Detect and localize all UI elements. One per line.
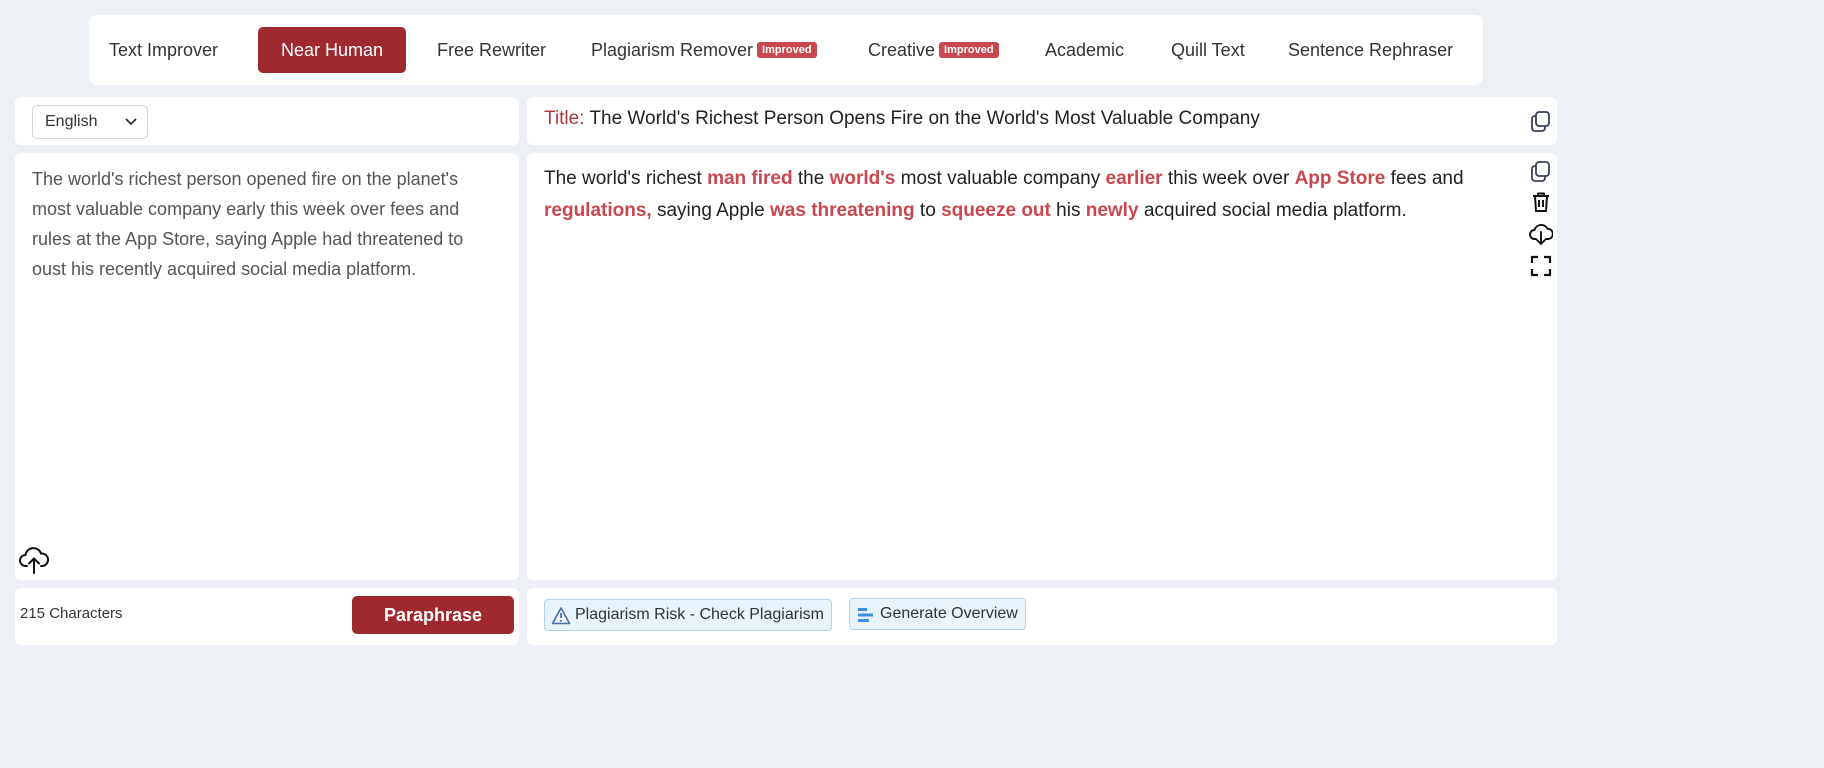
changed-word[interactable]: newly <box>1086 200 1139 221</box>
tab-label: Quill Text <box>1171 40 1245 60</box>
output-segment: to <box>914 200 942 221</box>
overview-icon <box>858 608 873 622</box>
generate-overview-button[interactable]: Generate Overview <box>849 598 1026 630</box>
copy-icon[interactable] <box>1529 159 1553 183</box>
warning-icon <box>551 607 571 625</box>
title-panel: Title: The World's Richest Person Opens … <box>527 97 1557 145</box>
tab-label: Academic <box>1045 40 1125 60</box>
title-text: The World's Richest Person Opens Fire on… <box>589 108 1260 129</box>
check-plagiarism-button[interactable]: Plagiarism Risk - Check Plagiarism <box>544 599 832 631</box>
language-select[interactable]: English <box>32 105 148 139</box>
chevron-down-icon <box>125 118 137 126</box>
output-segment: this week over <box>1162 168 1295 189</box>
changed-word[interactable]: regulations, <box>544 200 652 221</box>
tab-label: Text Improver <box>109 40 219 60</box>
input-textarea[interactable]: The world's richest person opened fire o… <box>32 164 502 284</box>
cloud-upload-icon[interactable] <box>19 546 49 574</box>
mode-tabs-bar: Text Improver Near Human Free Rewriter P… <box>89 15 1483 85</box>
tab-label: Near Human <box>280 40 384 60</box>
changed-word[interactable]: world's <box>830 168 896 189</box>
title-label: Title: <box>544 108 585 129</box>
tab-label: Plagiarism Remover <box>591 40 754 60</box>
tab-text-improver[interactable]: Text Improver <box>109 27 218 73</box>
generate-overview-label: Generate Overview <box>880 605 1018 622</box>
changed-word[interactable]: was threatening <box>770 200 915 221</box>
language-selected-value: English <box>45 113 98 130</box>
output-segment: most valuable company <box>895 168 1106 189</box>
cloud-download-icon[interactable] <box>1529 222 1553 246</box>
changed-word[interactable]: earlier <box>1106 168 1163 189</box>
improved-badge: Improved <box>757 42 817 58</box>
paraphrase-button[interactable]: Paraphrase <box>352 596 514 634</box>
language-bar: English <box>15 97 519 145</box>
title-row: Title: The World's Richest Person Opens … <box>544 108 1260 130</box>
output-segment: the <box>792 168 830 189</box>
tab-quill-text[interactable]: Quill Text <box>1171 27 1245 73</box>
fullscreen-icon[interactable] <box>1529 254 1553 278</box>
check-plagiarism-label: Plagiarism Risk - Check Plagiarism <box>575 606 824 623</box>
tab-label: Free Rewriter <box>437 40 547 60</box>
input-panel: The world's richest person opened fire o… <box>15 153 519 580</box>
output-segment: saying Apple <box>651 200 770 221</box>
copy-icon[interactable] <box>1529 109 1553 133</box>
output-segment: The world's richest <box>544 168 708 189</box>
tab-label: Sentence Rephraser <box>1288 40 1454 60</box>
tab-plagiarism-remover[interactable]: Plagiarism Remover Improved <box>591 27 817 73</box>
changed-word[interactable]: man fired <box>707 168 793 189</box>
tab-free-rewriter[interactable]: Free Rewriter <box>437 27 546 73</box>
output-text[interactable]: The world's richest man fired the world'… <box>544 163 1529 227</box>
output-footer: Plagiarism Risk - Check Plagiarism Gener… <box>527 588 1557 645</box>
tab-sentence-rephraser[interactable]: Sentence Rephraser <box>1288 27 1453 73</box>
character-count: 215 Characters <box>20 605 123 622</box>
output-segment: fees and <box>1385 168 1464 189</box>
output-segment: acquired social media platform. <box>1138 200 1407 221</box>
output-segment: his <box>1050 200 1086 221</box>
tab-creative[interactable]: Creative Improved <box>868 27 999 73</box>
tab-academic[interactable]: Academic <box>1045 27 1124 73</box>
changed-word[interactable]: App Store <box>1295 168 1386 189</box>
trash-icon[interactable] <box>1529 190 1553 214</box>
input-footer: 215 Characters Paraphrase <box>15 588 519 645</box>
tab-label: Creative <box>868 40 936 60</box>
tab-near-human[interactable]: Near Human <box>258 27 406 73</box>
changed-word[interactable]: squeeze out <box>941 200 1051 221</box>
output-panel: The world's richest man fired the world'… <box>527 153 1557 580</box>
improved-badge: Improved <box>939 42 999 58</box>
